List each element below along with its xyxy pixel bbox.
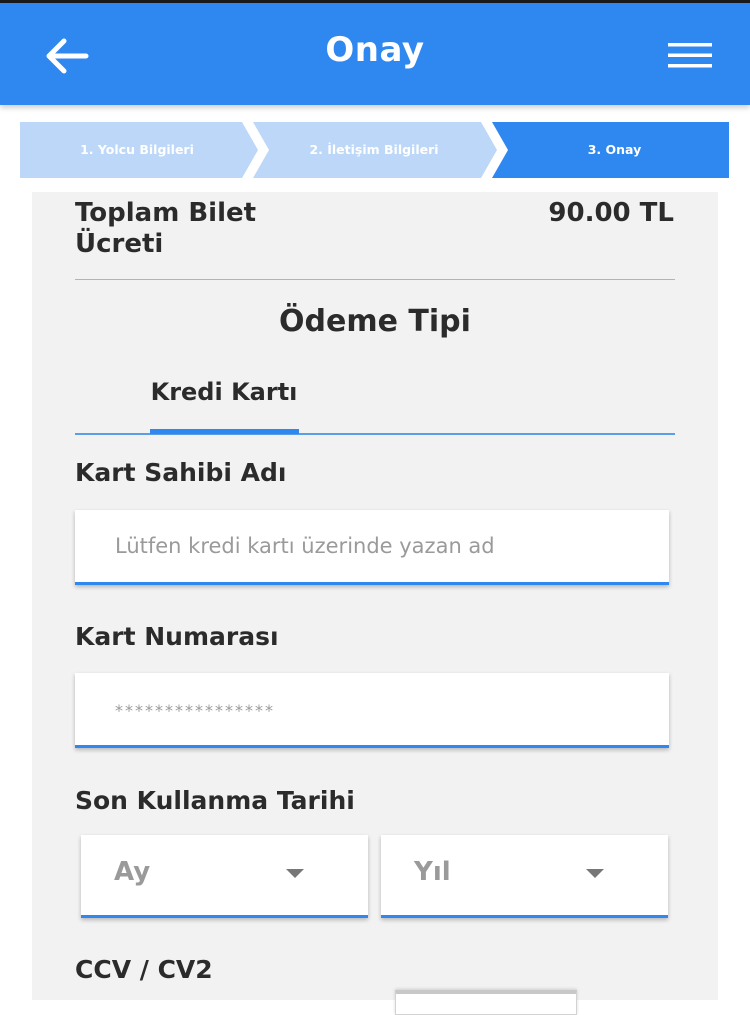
chevron-down-icon (286, 869, 304, 878)
cardholder-name-label: Kart Sahibi Adı (75, 458, 287, 487)
divider (75, 279, 675, 280)
step-1-label[interactable]: 1. Yolcu Bilgileri (20, 122, 254, 178)
cvv-input[interactable] (395, 990, 577, 1015)
chevron-down-icon (586, 869, 604, 878)
hamburger-menu-icon (668, 43, 712, 68)
cardholder-name-input[interactable] (75, 510, 669, 585)
tab-credit-card[interactable]: Kredi Kartı (110, 378, 338, 406)
active-tab-indicator (150, 429, 299, 434)
step-3-label[interactable]: 3. Onay (500, 122, 729, 178)
expiry-year-select[interactable]: Yıl (381, 835, 668, 918)
page-title: Onay (325, 30, 425, 70)
expiry-year-value: Yıl (414, 857, 451, 887)
total-price-value: 90.00 TL (548, 198, 674, 228)
step-2-label[interactable]: 2. İletişim Bilgileri (260, 122, 488, 178)
cvv-label: CCV / CV2 (75, 955, 213, 984)
menu-button[interactable] (662, 37, 718, 77)
card-number-input[interactable] (75, 673, 669, 748)
expiry-date-label: Son Kullanma Tarihi (75, 786, 355, 815)
app-header: Onay (0, 3, 750, 105)
expiry-month-select[interactable]: Ay (81, 835, 368, 918)
progress-stepper: 1. Yolcu Bilgileri 2. İletişim Bilgileri… (20, 122, 729, 178)
total-price-label: Toplam Bilet Ücreti (75, 198, 257, 259)
payment-type-title: Ödeme Tipi (279, 304, 471, 339)
expiry-month-value: Ay (114, 857, 151, 887)
card-number-label: Kart Numarası (75, 622, 279, 651)
